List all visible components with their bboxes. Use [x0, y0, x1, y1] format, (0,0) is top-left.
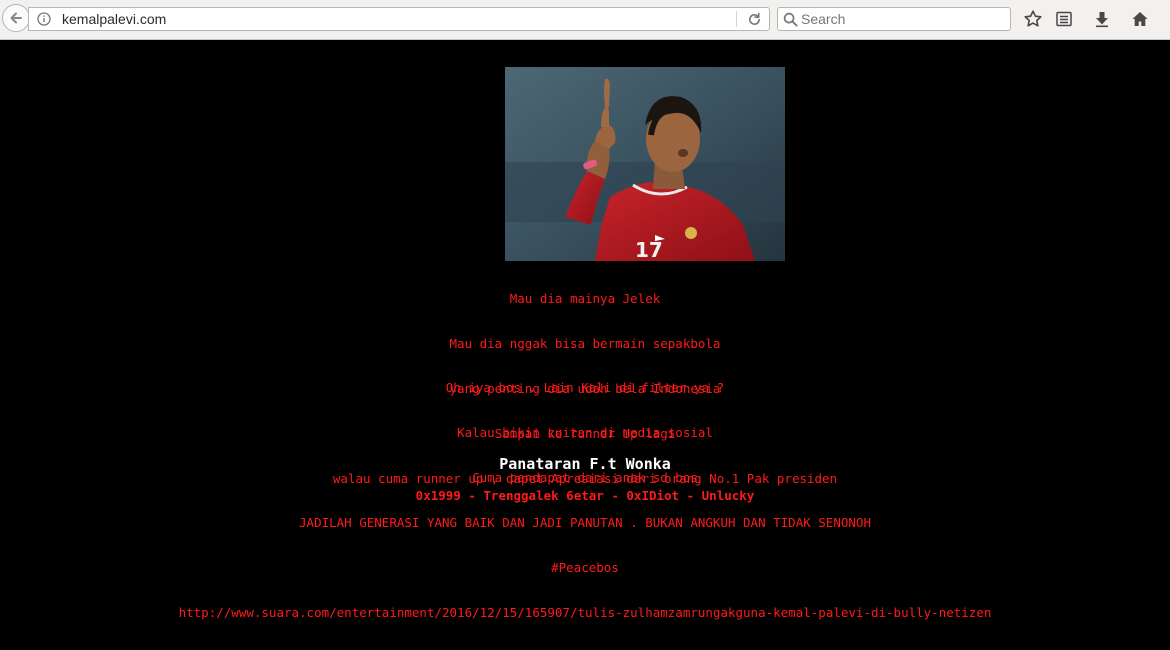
reload-icon — [748, 12, 760, 25]
message-line: #Peacebos — [551, 560, 619, 575]
url-bar[interactable]: kemalpalevi.com — [28, 7, 770, 31]
footballer-photo: 17 — [505, 67, 785, 261]
url-separator — [736, 11, 737, 27]
greetings-line: 0x1999 - Trenggalek 6etar - 0xIDiot - Un… — [415, 488, 755, 503]
star-icon — [1024, 10, 1042, 27]
bookmark-star-button[interactable] — [1023, 9, 1043, 29]
message-line: JADILAH GENERASI YANG BAIK DAN JADI PANU… — [299, 515, 871, 530]
svg-text:17: 17 — [635, 238, 663, 261]
search-icon — [783, 12, 798, 27]
message-line: Kalau bikin cuitan di media sosial — [457, 425, 713, 440]
home-icon — [1132, 12, 1148, 26]
reload-button[interactable] — [743, 10, 765, 28]
download-arrow-icon — [1096, 12, 1108, 28]
browser-toolbar: kemalpalevi.com — [0, 0, 1170, 40]
reader-list-button[interactable] — [1054, 9, 1074, 29]
message-line: Mau dia mainya Jelek — [509, 291, 661, 306]
search-bar[interactable] — [777, 7, 1011, 31]
message-line: Oh iya bos . Lain Kali di filter ya ? — [445, 380, 725, 395]
team-credit: Panataran F.t Wonka — [499, 455, 671, 473]
message-line: Mau dia nggak bisa bermain sepakbola — [449, 336, 721, 351]
downloads-button[interactable] — [1092, 9, 1112, 29]
source-url-text: http://www.suara.com/entertainment/2016/… — [178, 605, 992, 620]
back-button[interactable] — [2, 4, 30, 32]
back-arrow-icon — [10, 12, 22, 24]
search-input[interactable] — [801, 9, 1001, 29]
info-icon[interactable] — [37, 12, 51, 26]
url-text[interactable]: kemalpalevi.com — [62, 11, 166, 27]
page-content: 17 Mau dia mainya Jelek Mau dia nggak bi… — [0, 41, 1170, 620]
reading-list-icon — [1056, 11, 1072, 27]
home-button[interactable] — [1130, 9, 1150, 29]
